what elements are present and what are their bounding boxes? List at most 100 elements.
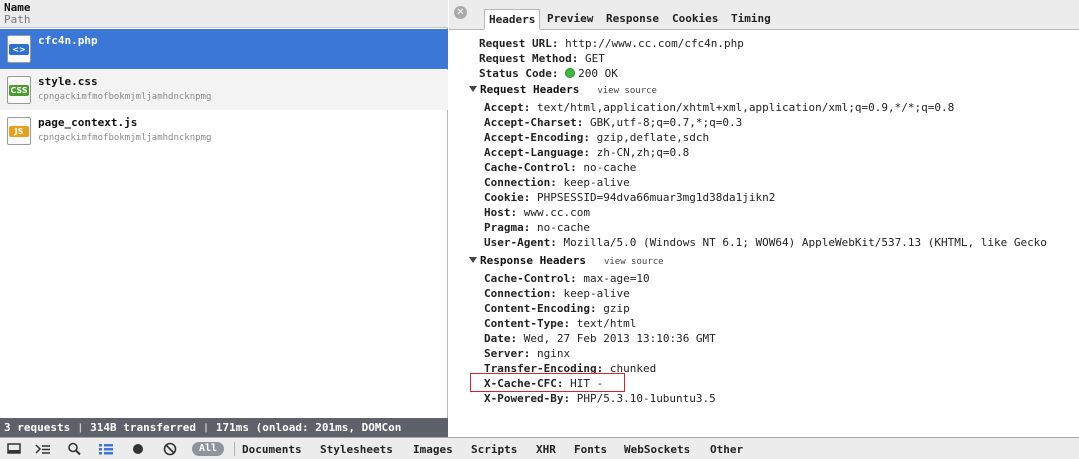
filter-documents[interactable]: Documents xyxy=(242,443,302,456)
filter-scripts[interactable]: Scripts xyxy=(471,443,517,456)
header-value: gzip,deflate,sdch xyxy=(596,131,710,144)
header-key: Accept-Language: xyxy=(484,146,590,159)
filter-all-button[interactable]: All xyxy=(192,442,224,456)
tab-headers[interactable]: Headers xyxy=(484,9,541,30)
request-list-panel: Name Path <> cfc4n.php CSS style.css cpn… xyxy=(0,0,448,437)
header-value: Mozilla/5.0 (Windows NT 6.1; WOW64) Appl… xyxy=(563,236,1047,249)
close-icon[interactable]: ✕ xyxy=(454,6,467,19)
request-details-panel: ✕ Headers Preview Response Cookies Timin… xyxy=(449,0,1079,437)
header-key: Cookie: xyxy=(484,191,531,204)
request-headers-section[interactable]: Request Headers view source xyxy=(469,83,657,96)
response-header-line: Date: Wed, 27 Feb 2013 13:10:36 GMT xyxy=(484,332,716,345)
dock-icon[interactable] xyxy=(5,440,25,458)
search-icon[interactable] xyxy=(65,440,85,458)
header-key: X-Powered-By: xyxy=(484,392,571,405)
header-key: Host: xyxy=(484,206,518,219)
header-value: keep-alive xyxy=(563,176,630,189)
request-path: cpngackimfmofbokmjmljamhdncknpmg xyxy=(38,92,212,102)
network-summary-status-bar: 3 requests ❘ 314B transferred ❘ 171ms (o… xyxy=(0,418,448,437)
request-list-header: Name Path xyxy=(0,0,448,28)
header-value: max-age=10 xyxy=(583,272,650,285)
request-header-line: Cache-Control: no-cache xyxy=(484,161,636,174)
header-value: no-cache xyxy=(536,221,590,234)
header-key: Accept-Charset: xyxy=(484,116,584,129)
header-key: Server: xyxy=(484,347,531,360)
toolbar-divider xyxy=(234,442,235,456)
response-view-source-link[interactable]: view source xyxy=(604,257,664,267)
response-header-line: Content-Encoding: gzip xyxy=(484,302,630,315)
request-name: page_context.js xyxy=(38,116,138,129)
response-header-line: X-Powered-By: PHP/5.3.10-1ubuntu3.5 xyxy=(484,392,716,405)
request-header-line: Accept: text/html,application/xhtml+xml,… xyxy=(484,101,954,114)
network-toolbar: All Documents Stylesheets Images Scripts… xyxy=(0,437,1079,459)
header-key: Connection: xyxy=(484,287,557,300)
header-key: Content-Type: xyxy=(484,317,571,330)
record-icon[interactable] xyxy=(128,440,148,458)
column-path-header[interactable]: Path xyxy=(4,13,31,26)
header-key: Cache-Control: xyxy=(484,161,577,174)
response-headers-section[interactable]: Response Headers view source xyxy=(469,254,664,267)
status-code-value: 200 OK xyxy=(578,67,618,80)
status-code-line: Status Code: 200 OK xyxy=(479,67,618,80)
request-name: cfc4n.php xyxy=(38,34,98,47)
header-value: PHP/5.3.10-1ubuntu3.5 xyxy=(576,392,716,405)
html-file-icon: <> xyxy=(7,35,31,63)
request-view-source-link[interactable]: view source xyxy=(597,86,657,96)
filter-stylesheets[interactable]: Stylesheets xyxy=(320,443,393,456)
list-view-icon[interactable] xyxy=(96,440,116,458)
response-header-line: Connection: keep-alive xyxy=(484,287,630,300)
header-key: Accept: xyxy=(484,101,531,114)
css-file-icon: CSS xyxy=(7,76,31,104)
request-method-value: GET xyxy=(584,52,605,65)
request-row-style-css[interactable]: CSS style.css cpngackimfmofbokmjmljamhdn… xyxy=(0,70,448,110)
header-value: zh-CN,zh;q=0.8 xyxy=(596,146,690,159)
response-header-line: Server: nginx xyxy=(484,347,570,360)
filter-fonts[interactable]: Fonts xyxy=(574,443,607,456)
header-value: GBK,utf-8;q=0.7,*;q=0.3 xyxy=(589,116,743,129)
clear-icon[interactable] xyxy=(160,440,180,458)
request-header-line: Host: www.cc.com xyxy=(484,206,590,219)
request-row-page-context-js[interactable]: JS page_context.js cpngackimfmofbokmjmlj… xyxy=(0,111,448,151)
header-key: Date: xyxy=(484,332,518,345)
details-tab-bar: ✕ Headers Preview Response Cookies Timin… xyxy=(449,0,1079,30)
header-key: Cache-Control: xyxy=(484,272,577,285)
request-header-line: Pragma: no-cache xyxy=(484,221,590,234)
header-key: Content-Encoding: xyxy=(484,302,597,315)
header-value: no-cache xyxy=(583,161,637,174)
request-header-line: Cookie: PHPSESSID=94dva66muar3mg1d38da1j… xyxy=(484,191,775,204)
header-value: www.cc.com xyxy=(523,206,590,219)
header-key: Connection: xyxy=(484,176,557,189)
request-url-value: http://www.cc.com/cfc4n.php xyxy=(565,37,744,50)
request-header-line: Accept-Language: zh-CN,zh;q=0.8 xyxy=(484,146,689,159)
request-header-line: Connection: keep-alive xyxy=(484,176,630,189)
disclosure-triangle-icon xyxy=(469,86,477,92)
filter-websockets[interactable]: WebSockets xyxy=(624,443,690,456)
response-header-line: Content-Type: text/html xyxy=(484,317,636,330)
tab-response[interactable]: Response xyxy=(602,9,663,30)
header-key: Accept-Encoding: xyxy=(484,131,590,144)
js-file-icon: JS xyxy=(7,117,31,145)
request-row-cfc4n-php[interactable]: <> cfc4n.php xyxy=(0,29,448,69)
header-value: gzip xyxy=(603,302,630,315)
filter-other[interactable]: Other xyxy=(710,443,743,456)
tab-timing[interactable]: Timing xyxy=(727,9,775,30)
tab-cookies[interactable]: Cookies xyxy=(668,9,722,30)
header-value: keep-alive xyxy=(563,287,630,300)
header-key: Pragma: xyxy=(484,221,531,234)
request-path: cpngackimfmofbokmjmljamhdncknpmg xyxy=(38,133,212,143)
header-value: text/html,application/xhtml+xml,applicat… xyxy=(536,101,955,114)
header-value: Wed, 27 Feb 2013 13:10:36 GMT xyxy=(523,332,716,345)
request-url-line: Request URL: http://www.cc.com/cfc4n.php xyxy=(479,37,744,50)
tab-preview[interactable]: Preview xyxy=(543,9,597,30)
header-value: text/html xyxy=(576,317,637,330)
console-icon[interactable] xyxy=(33,440,53,458)
filter-xhr[interactable]: XHR xyxy=(536,443,556,456)
header-key: User-Agent: xyxy=(484,236,557,249)
request-header-line: Accept-Encoding: gzip,deflate,sdch xyxy=(484,131,709,144)
disclosure-triangle-icon xyxy=(469,257,477,263)
response-header-line: Cache-Control: max-age=10 xyxy=(484,272,650,285)
status-ok-icon xyxy=(565,68,576,78)
filter-images[interactable]: Images xyxy=(413,443,453,456)
request-header-line: Accept-Charset: GBK,utf-8;q=0.7,*;q=0.3 xyxy=(484,116,742,129)
request-name: style.css xyxy=(38,75,98,88)
